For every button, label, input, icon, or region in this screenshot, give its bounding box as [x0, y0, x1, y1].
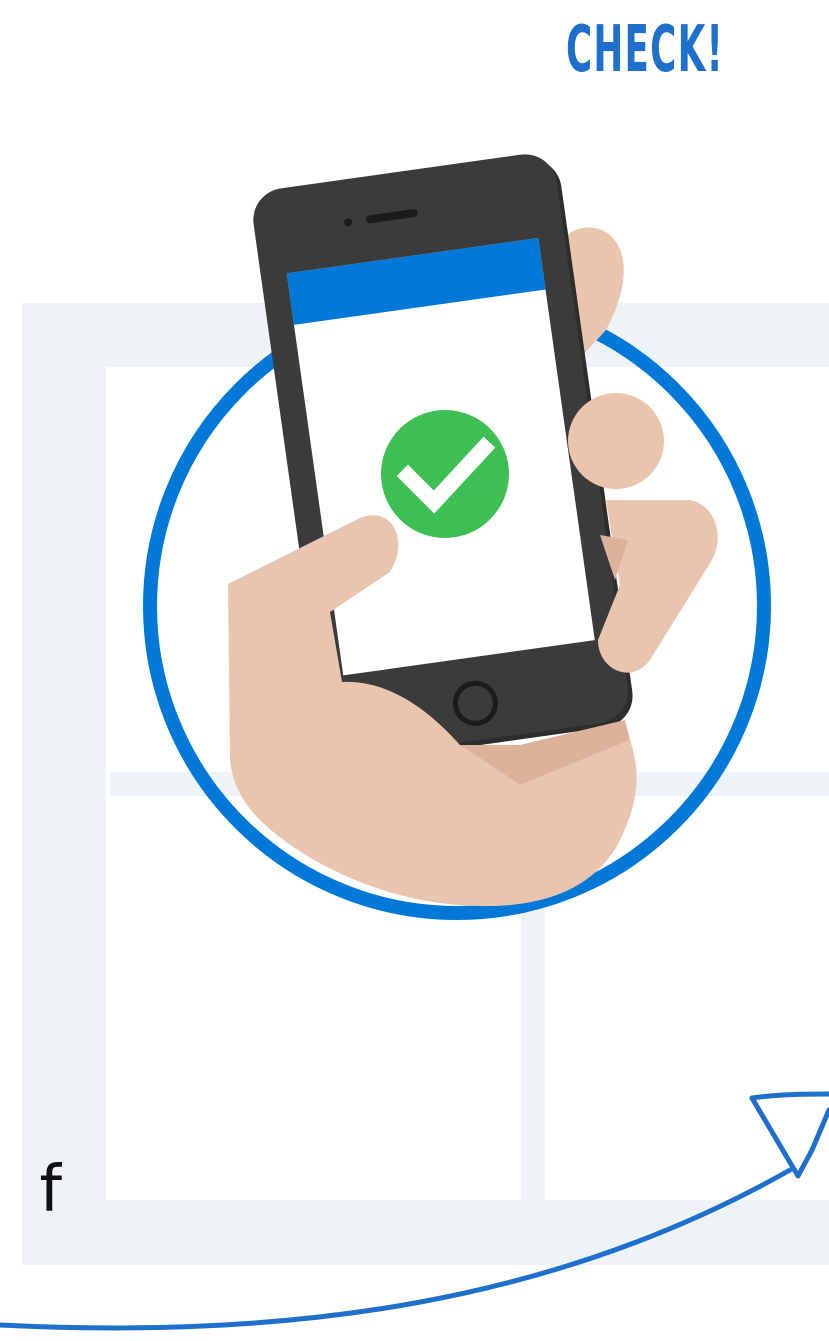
check-heading: CHECK!	[566, 13, 725, 87]
cropped-text-fragment: f	[39, 1158, 62, 1222]
checkmark-icon	[381, 410, 509, 538]
illustration-scene	[0, 154, 829, 1331]
